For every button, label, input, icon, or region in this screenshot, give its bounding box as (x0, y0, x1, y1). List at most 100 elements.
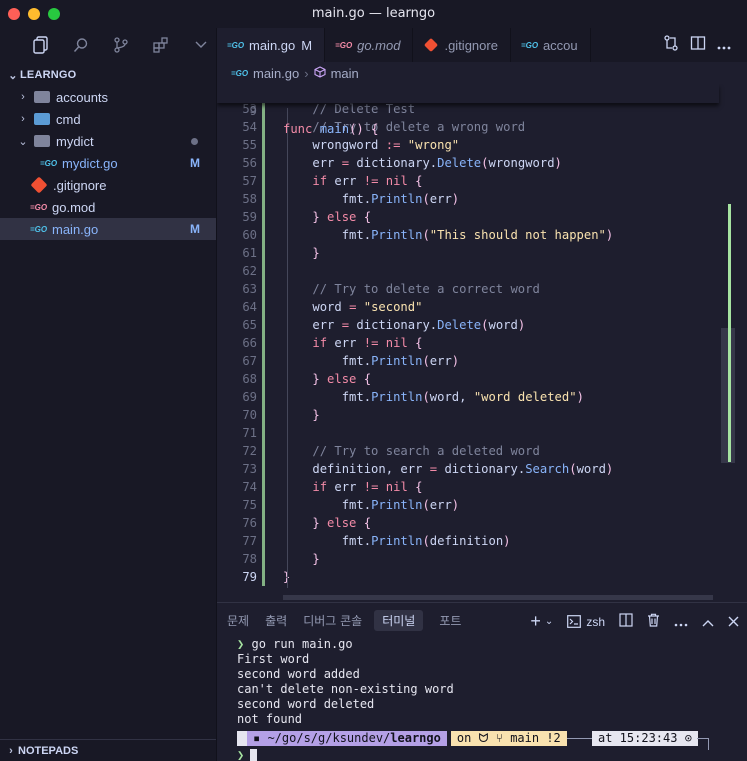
horizontal-scrollbar[interactable] (283, 595, 713, 600)
tab-main-go[interactable]: =GO main.go M (217, 28, 326, 62)
go-file-icon: =GO (520, 40, 539, 50)
chevron-right-icon: › (304, 65, 309, 81)
split-editor-icon[interactable] (690, 35, 706, 55)
prompt-arrow-icon: ❯ (237, 748, 245, 761)
panel-actions: + ⌄ zsh (530, 611, 739, 632)
title-bar: main.go — learngo (0, 0, 747, 28)
notepads-title: NOTEPADS (18, 744, 79, 757)
new-terminal-plus-icon[interactable]: + (530, 611, 541, 632)
tree-item-accounts[interactable]: › accounts (0, 86, 216, 108)
bottom-panel: 문제 출력 디버그 콘솔 터미널 포트 + ⌄ zsh ❯ go run mai… (217, 602, 747, 761)
chevron-down-icon[interactable] (190, 34, 212, 56)
tree-item-main-go[interactable]: =GO main.go M (0, 218, 216, 240)
code-editor[interactable]: 9 func main() { 5253 // Delete Test54 //… (217, 84, 747, 602)
line-number: 69 (242, 390, 257, 404)
git-added-gutter-mark (262, 208, 265, 226)
git-added-gutter-mark (262, 154, 265, 172)
explorer-section-header[interactable]: ⌄ LEARNGO (0, 64, 216, 86)
terminal[interactable]: ❯ go run main.go First word second word … (237, 637, 742, 761)
code-text: } (312, 246, 320, 260)
tab-label: .gitignore (444, 37, 498, 53)
sticky-scroll-header[interactable]: 9 func main() { (217, 84, 719, 136)
tab-debug-console[interactable]: 디버그 콘솔 (303, 610, 362, 631)
prompt-connector (566, 738, 595, 739)
git-added-gutter-mark (262, 262, 265, 280)
files-icon[interactable] (30, 34, 52, 56)
code-text: } else { (312, 210, 372, 224)
folder-icon (34, 91, 50, 103)
terminal-icon (567, 615, 582, 628)
breadcrumb-symbol[interactable]: main (331, 66, 359, 81)
git-added-gutter-mark (262, 550, 265, 568)
tab-gitignore[interactable]: .gitignore (413, 28, 511, 62)
prompt-on: on (456, 731, 472, 745)
line-number: 67 (242, 354, 257, 368)
more-actions-icon[interactable] (674, 614, 688, 630)
line-number: 73 (242, 462, 257, 476)
more-actions-icon[interactable] (717, 37, 731, 54)
tab-label: main.go (249, 37, 296, 53)
git-added-gutter-mark (262, 316, 265, 334)
trash-icon[interactable] (647, 613, 660, 630)
terminal-input-line[interactable]: ❯ (237, 748, 258, 761)
tab-ports[interactable]: 포트 (439, 610, 461, 631)
split-terminal-icon[interactable] (619, 613, 633, 630)
go-file-icon: =GO (40, 158, 58, 168)
git-file-icon (30, 176, 48, 194)
modified-badge: M (301, 37, 313, 53)
compare-changes-icon[interactable] (663, 35, 679, 55)
tab-terminal[interactable]: 터미널 (374, 609, 424, 631)
tree-item-label: mydict.go (62, 155, 118, 171)
git-branch: main (510, 731, 540, 745)
close-panel-icon[interactable] (728, 614, 739, 630)
code-text: // Try to delete a correct word (312, 282, 540, 296)
code-text: if err != nil { (312, 480, 423, 494)
tree-item-mydict-go[interactable]: =GO mydict.go M (0, 152, 216, 174)
activity-bar (0, 28, 216, 62)
breadcrumb: =GO main.go › main (217, 62, 747, 84)
breadcrumb-file[interactable]: main.go (253, 66, 299, 81)
maximize-panel-icon[interactable] (702, 614, 714, 630)
sticky-code-line: func main() { (283, 122, 379, 136)
tree-item-gitignore[interactable]: .gitignore (0, 174, 216, 196)
git-added-gutter-mark (262, 280, 265, 298)
tree-item-label: cmd (56, 111, 81, 127)
tab-accounts[interactable]: =GO accou (511, 28, 591, 62)
tree-item-cmd[interactable]: › cmd (0, 108, 216, 130)
line-number: 59 (242, 210, 257, 224)
shell-label: zsh (586, 614, 605, 629)
prompt-arrow-icon: ❯ (237, 637, 245, 651)
tree-item-mydict[interactable]: ⌄ mydict (0, 130, 216, 152)
line-number: 64 (242, 300, 257, 314)
code-text: } else { (312, 372, 372, 386)
line-number: 9 (249, 104, 257, 118)
go-file-icon: =GO (227, 40, 245, 50)
source-control-icon[interactable] (110, 34, 132, 56)
tree-item-go-mod[interactable]: =GO go.mod (0, 196, 216, 218)
tab-go-mod[interactable]: =GO go.mod (325, 28, 414, 62)
terminal-output-line: second word added (237, 667, 360, 681)
path-dir: learngo (390, 731, 441, 745)
line-number: 77 (242, 534, 257, 548)
tab-output[interactable]: 출력 (265, 610, 287, 631)
notepads-section-header[interactable]: › NOTEPADS (0, 739, 216, 761)
chevron-right-icon: › (21, 91, 25, 103)
code-text: wrongword := "wrong" (312, 138, 460, 152)
terminal-shell-selector[interactable]: zsh (567, 615, 605, 629)
search-icon[interactable] (70, 34, 92, 56)
git-added-gutter-mark (262, 460, 265, 478)
terminal-output-line: can't delete non-existing word (237, 682, 454, 696)
folder-open-icon (34, 135, 50, 147)
code-text: } else { (312, 516, 372, 530)
chevron-down-icon[interactable]: ⌄ (545, 616, 553, 627)
line-number: 63 (242, 282, 257, 296)
extensions-icon[interactable] (150, 34, 172, 56)
git-status: !2 (546, 731, 561, 745)
tab-problems[interactable]: 문제 (227, 610, 249, 631)
folder-icon (34, 113, 50, 125)
line-number: 57 (242, 174, 257, 188)
cube-icon (314, 65, 326, 81)
branch-icon: ⑂ (495, 731, 503, 745)
code-text: } (312, 552, 320, 566)
git-added-gutter-mark (262, 244, 265, 262)
